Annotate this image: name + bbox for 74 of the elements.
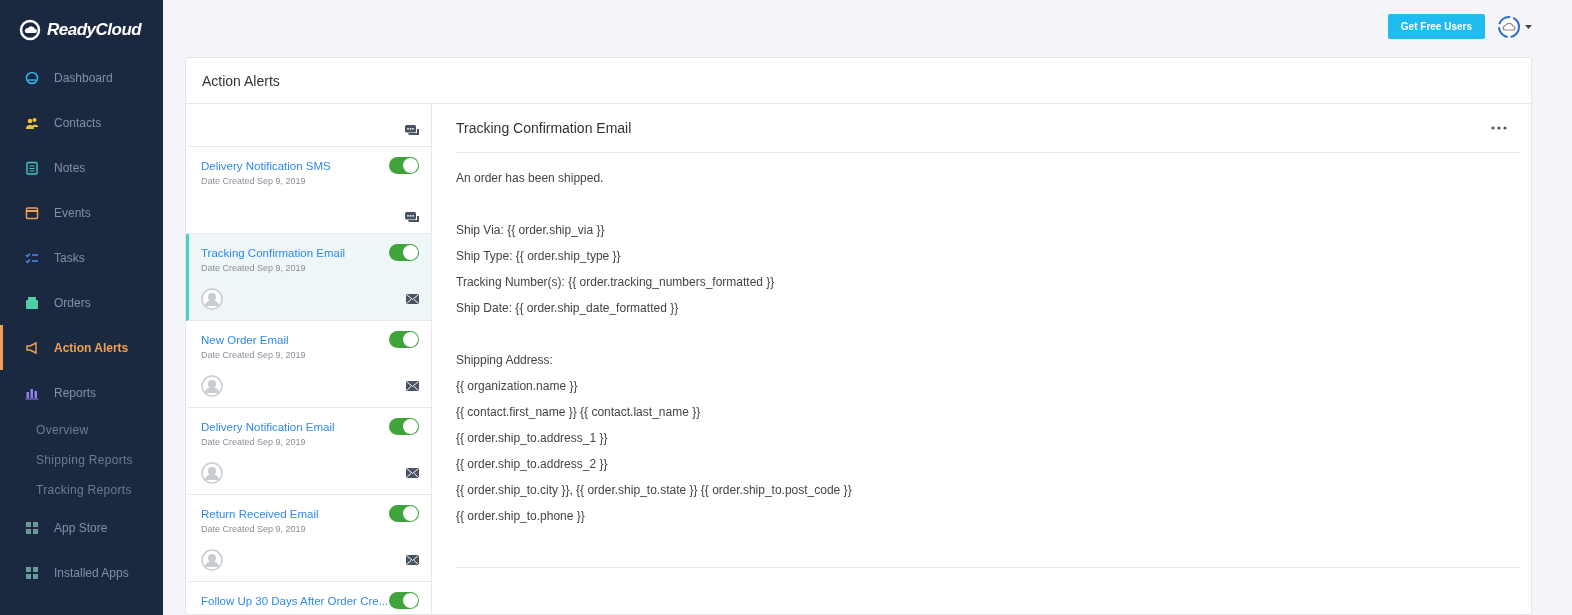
sidebar-item[interactable]: Dashboard [0, 55, 163, 100]
sidebar-item[interactable]: Notes [0, 145, 163, 190]
template-text-line: Shipping Address: [456, 352, 554, 369]
alert-title: Return Received Email [201, 508, 319, 520]
grid-icon [25, 520, 39, 535]
sidebar-item[interactable]: Contacts [0, 100, 163, 145]
checklist-icon [25, 250, 39, 265]
sidebar-item[interactable]: Action Alerts [0, 325, 163, 370]
sidebar-subitem[interactable]: Overview [0, 415, 163, 445]
template-text-line: Tracking Number(s): {{ order.tracking_numbers_formatted }} [456, 274, 776, 291]
alert-date: Date Created Sep 9, 2019 [201, 524, 307, 534]
avatar-icon [201, 288, 223, 310]
caret-icon [1525, 24, 1532, 29]
alert-title: New Order Email [201, 334, 290, 346]
alert-title: Follow Up 30 Days After Order Cre... [201, 595, 389, 607]
alert-date: Date Created Sep 9, 2019 [201, 437, 307, 447]
alert-title: Delivery Notification SMS [201, 160, 331, 172]
box-icon [25, 295, 39, 310]
cloud-avatar-icon [1497, 14, 1521, 39]
alert-item[interactable]: Follow Up 30 Days After Order Cre... [186, 582, 431, 614]
alert-date: Date Created Sep 9, 2019 [201, 350, 306, 360]
avatar-icon [201, 549, 223, 571]
envelope-icon [406, 381, 419, 391]
template-text-line: An order has been shipped. [456, 170, 605, 187]
sidebar-item[interactable]: Reports [0, 370, 163, 415]
toggle-switch[interactable] [389, 418, 419, 435]
alert-title: Tracking Confirmation Email [201, 247, 345, 259]
alert-item[interactable]: Delivery Notification Email Date Created Sep 9, 2019 [186, 408, 431, 495]
envelope-icon [406, 555, 419, 565]
template-text-line: Ship Type: {{ order.ship_type }} [456, 248, 622, 265]
alert-date: Date Created Sep 9, 2019 [201, 176, 307, 186]
toggle-switch[interactable] [389, 592, 419, 609]
chat-icon [405, 125, 419, 136]
alert-date: Date Created Sep 9, 2019 [201, 263, 307, 273]
avatar-icon [201, 462, 223, 484]
toggle-switch[interactable] [389, 157, 419, 174]
toggle-switch[interactable] [389, 331, 419, 348]
gauge-icon [25, 70, 39, 85]
sidebar-item[interactable]: Events [0, 190, 163, 235]
alert-item[interactable]: Tracking Confirmation Email Date Created Sep 9, 2019 [186, 234, 431, 321]
notepad-icon [25, 160, 39, 175]
template-text-line: Ship Date: {{ order.ship_date_formatted }} [456, 300, 680, 317]
megaphone-icon [25, 340, 39, 355]
template-text-line: {{ order.ship_to.address_1 }} [456, 430, 609, 447]
sidebar-item[interactable]: Orders [0, 280, 163, 325]
template-text-line: Ship Via: {{ order.ship_via }} [456, 222, 606, 239]
more-options-icon[interactable] [1491, 126, 1507, 130]
template-text-line: {{ organization.name }} [456, 378, 579, 395]
envelope-icon [406, 294, 419, 304]
envelope-icon [406, 468, 419, 478]
template-text-line: {{ contact.first_name }} {{ contact.last_name }} [456, 404, 702, 421]
sidebar-item[interactable]: Installed Apps [0, 550, 163, 595]
template-text-line: {{ order.ship_to.phone }} [456, 508, 586, 525]
sidebar-subitem[interactable]: Shipping Reports [0, 445, 163, 475]
template-text-line: {{ order.ship_to.address_2 }} [456, 456, 609, 473]
brand-name: ReadyCloud [47, 20, 142, 40]
avatar-icon [201, 375, 223, 397]
panel-title: Action Alerts [202, 72, 280, 89]
sidebar-subitem[interactable]: Tracking Reports [0, 475, 163, 505]
toggle-switch[interactable] [389, 244, 419, 261]
alert-item[interactable]: New Order Email Date Created Sep 9, 2019 [186, 321, 431, 408]
alert-title: Delivery Notification Email [201, 421, 335, 433]
logo-icon [19, 19, 41, 41]
calendar-icon [25, 205, 39, 220]
alert-item[interactable]: Return Received Email Date Created Sep 9, 2019 [186, 495, 431, 582]
people-icon [25, 115, 39, 130]
sidebar-item[interactable]: Tasks [0, 235, 163, 280]
toggle-switch[interactable] [389, 505, 419, 522]
template-title: Tracking Confirmation Email [456, 120, 632, 136]
chat-icon [405, 212, 419, 223]
sidebar-item[interactable]: App Store [0, 505, 163, 550]
grid-icon [25, 565, 39, 580]
template-text-line: {{ order.ship_to.city }}, {{ order.ship_to.state }} {{ order.ship_to.post_code }} [456, 482, 853, 499]
account-menu[interactable] [1497, 14, 1532, 39]
